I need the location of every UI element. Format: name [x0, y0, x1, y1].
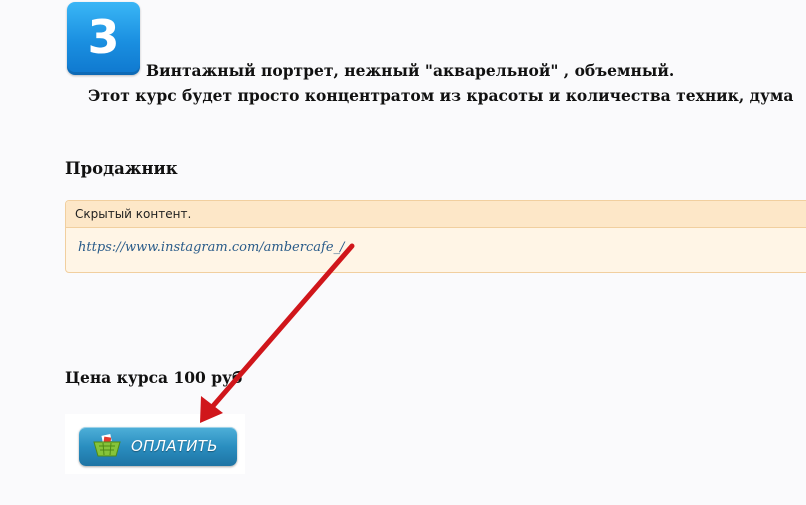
pay-button[interactable]: ОПЛАТИТЬ [79, 427, 237, 466]
hidden-content-header: Скрытый контент. [66, 201, 806, 228]
shopping-cart-icon [93, 434, 121, 457]
seller-heading: Продажник [65, 159, 178, 178]
course-description: Этот курс будет просто концентратом из к… [88, 86, 794, 105]
badge-number: 3 [87, 9, 120, 64]
pay-button-image: ОПЛАТИТЬ [65, 414, 245, 474]
number-3-icon: 3 [67, 2, 140, 75]
hidden-content-box: Скрытый контент. https://www.instagram.c… [65, 200, 806, 273]
price-heading: Цена курса 100 руб [65, 368, 243, 387]
pay-button-label: ОПЛАТИТЬ [131, 437, 218, 455]
instagram-link[interactable]: https://www.instagram.com/ambercafe_/ [78, 240, 344, 255]
course-title: Винтажный портрет, нежный "акварельной" … [146, 61, 675, 80]
